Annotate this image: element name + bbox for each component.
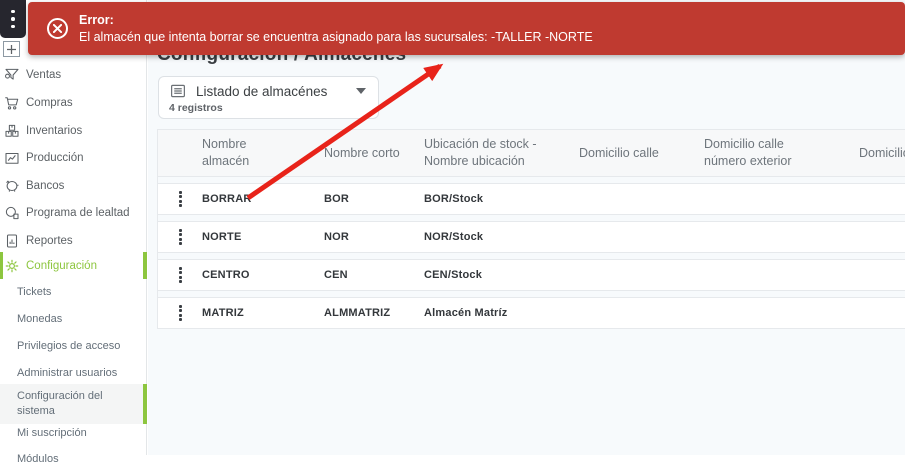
sidebar-item-label: Programa de lealtad xyxy=(26,207,130,219)
error-toast: Error: El almacén que intenta borrar se … xyxy=(28,2,905,55)
sidebar-item-programa-de-lealtad[interactable]: Programa de lealtad xyxy=(0,199,147,226)
chevron-down-icon[interactable] xyxy=(356,88,366,94)
row-menu-icon[interactable] xyxy=(175,225,186,250)
list-selector-dropdown[interactable]: Listado de almacénes 4 registros xyxy=(158,76,379,119)
column-header-ubicacion: Ubicación de stock - Nombre ubicación xyxy=(424,136,554,170)
sidebar-subitem-monedas[interactable]: Monedas xyxy=(0,307,146,331)
loyalty-badge-icon xyxy=(3,204,21,222)
sidebar-item-label: Configuración xyxy=(26,260,97,272)
cell-ubicacion: NOR/Stock xyxy=(424,231,579,243)
active-item-left-bar xyxy=(0,252,3,279)
table-row[interactable]: NORTE NOR NOR/Stock xyxy=(158,221,905,253)
sidebar-item-label: Ventas xyxy=(26,69,61,81)
sidebar-item-produccion[interactable]: Producción xyxy=(0,144,147,171)
cell-ubicacion: BOR/Stock xyxy=(424,193,579,205)
cell-nombre-corto: CEN xyxy=(324,269,424,281)
sidebar-item-label: Inventarios xyxy=(26,125,82,137)
toast-title: Error: xyxy=(79,13,593,27)
cell-nombre-corto: NOR xyxy=(324,231,424,243)
cell-ubicacion: Almacén Matríz xyxy=(424,307,579,319)
expand-plus-icon[interactable] xyxy=(3,41,20,57)
sidebar-subitem-privilegios-de-acceso[interactable]: Privilegios de acceso xyxy=(0,334,146,358)
cell-ubicacion: CEN/Stock xyxy=(424,269,579,281)
main-content: Configuración / Almacenes Listado de alm… xyxy=(148,0,905,455)
sidebar-subitem-configuracion-del-sistema[interactable]: Configuración del sistema xyxy=(0,384,146,424)
sidebar-subitem-administrar-usuarios[interactable]: Administrar usuarios xyxy=(0,361,146,385)
toast-message: El almacén que intenta borrar se encuent… xyxy=(79,30,593,44)
warehouse-table: Nombre almacén Nombre corto Ubicación de… xyxy=(157,129,905,329)
sidebar-subitem-modulos[interactable]: Módulos xyxy=(0,447,146,471)
row-menu-icon[interactable] xyxy=(175,187,186,212)
record-count: 4 registros xyxy=(159,100,378,114)
cell-nombre-almacen: BORRAR xyxy=(202,193,324,205)
table-row[interactable]: BORRAR BOR BOR/Stock xyxy=(158,183,905,215)
cell-nombre-almacen: CENTRO xyxy=(202,269,324,281)
column-header-nombre-almacen: Nombre almacén xyxy=(202,136,274,170)
cell-nombre-corto: ALMMATRIZ xyxy=(324,307,424,319)
sidebar-subitem-tickets[interactable]: Tickets xyxy=(0,280,146,304)
sidebar-item-label: Bancos xyxy=(26,180,64,192)
cell-nombre-almacen: NORTE xyxy=(202,231,324,243)
sidebar-item-label: Compras xyxy=(26,97,73,109)
column-header-domicilio: Domicilio xyxy=(859,146,905,160)
sidebar-item-compras[interactable]: Compras xyxy=(0,89,147,116)
error-circle-x-icon xyxy=(47,18,68,39)
funnel-icon xyxy=(3,66,21,84)
sidebar-item-configuracion[interactable]: Configuración xyxy=(0,252,147,279)
report-icon xyxy=(3,232,21,250)
gear-icon xyxy=(3,257,21,275)
sidebar-item-ventas[interactable]: Ventas xyxy=(0,61,147,88)
list-icon xyxy=(169,82,187,100)
sidebar-item-label: Producción xyxy=(26,152,84,164)
list-selector-label: Listado de almacénes xyxy=(196,84,347,99)
boxes-icon xyxy=(3,122,21,140)
sidebar-item-bancos[interactable]: Bancos xyxy=(0,172,147,199)
row-menu-icon[interactable] xyxy=(175,263,186,288)
column-header-nombre-corto: Nombre corto xyxy=(324,146,400,160)
table-row[interactable]: CENTRO CEN CEN/Stock xyxy=(158,259,905,291)
sidebar: Ventas Compras Inventarios Producción xyxy=(0,0,147,455)
sidebar-item-reportes[interactable]: Reportes xyxy=(0,227,147,254)
piggy-bank-icon xyxy=(3,177,21,195)
cell-nombre-corto: BOR xyxy=(324,193,424,205)
column-header-numero-exterior: Domicilio calle número exterior xyxy=(704,136,819,170)
table-header-row: Nombre almacén Nombre corto Ubicación de… xyxy=(158,129,905,177)
sidebar-item-inventarios[interactable]: Inventarios xyxy=(0,117,147,144)
active-item-right-bar xyxy=(143,252,147,279)
table-row[interactable]: MATRIZ ALMMATRIZ Almacén Matríz xyxy=(158,297,905,329)
sidebar-item-label: Reportes xyxy=(26,235,73,247)
navbar-kebab-icon[interactable] xyxy=(0,0,26,38)
sidebar-subitem-mi-suscripcion[interactable]: Mi suscripción xyxy=(0,421,146,445)
cart-icon xyxy=(3,94,21,112)
factory-icon xyxy=(3,149,21,167)
row-menu-icon[interactable] xyxy=(175,301,186,326)
column-header-domicilio-calle: Domicilio calle xyxy=(579,146,659,160)
active-subitem-right-bar xyxy=(143,384,147,424)
cell-nombre-almacen: MATRIZ xyxy=(202,307,324,319)
